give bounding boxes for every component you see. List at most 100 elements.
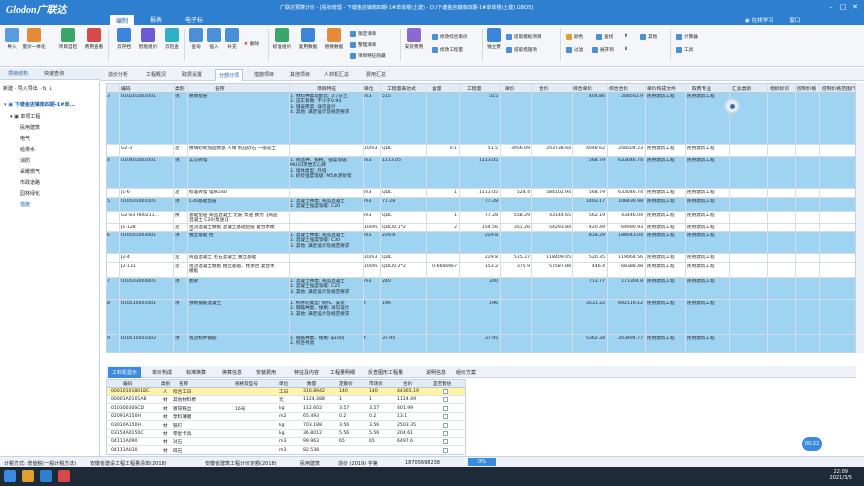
cell-file[interactable]: 民用建筑工程 <box>647 233 687 253</box>
labor-cell-code[interactable]: 00001A0101A8 <box>111 397 147 402</box>
cell-comp-total[interactable]: 64990.93 <box>609 225 643 231</box>
cell-qty-rate[interactable]: 0.1 <box>427 146 457 156</box>
tree-item-road[interactable]: 市政道路 <box>20 179 40 186</box>
cell-unit[interactable]: m3 <box>364 190 378 197</box>
tree-item-landscape[interactable]: 园林绿化 <box>20 190 40 197</box>
cell-no[interactable]: 7 <box>107 279 117 299</box>
tab-items[interactable]: 分部分项 <box>215 69 244 81</box>
labor-cell-name[interactable]: 碎石 <box>173 448 182 454</box>
cell-qty[interactable]: 51.5 <box>462 146 498 156</box>
cell-feature[interactable]: 1. 砖品种、规格、强度等级: MU10页岩实心砖 2. 墙体类型: 外墙 3.… <box>290 158 362 188</box>
labor-cell-code[interactable]: 00010101801BC <box>111 389 149 394</box>
labor-header-cell[interactable]: 名称 <box>179 381 188 387</box>
cell-feature[interactable] <box>290 190 362 197</box>
other-button[interactable]: 其他 <box>640 34 657 40</box>
tree-item-measures[interactable]: 措施 <box>20 201 30 208</box>
cell-code[interactable]: J2-131 <box>121 264 161 277</box>
estimate-checkbox[interactable] <box>443 414 448 420</box>
cell-name[interactable]: 预制钢筋混凝土 <box>189 301 279 334</box>
move-up-icon[interactable]: ⬆ <box>624 34 628 39</box>
cell-feature[interactable] <box>290 146 362 156</box>
cell-comp-total[interactable]: 119064.56 <box>609 255 643 262</box>
cell-code[interactable]: 010515001001 <box>121 301 161 334</box>
labor-row[interactable]: 00010101801BC 人综合工日 工日 316.8942 140 140 44365.… <box>107 388 465 396</box>
grid-header-cell[interactable]: 工程量表达式 <box>387 85 416 92</box>
cell-price[interactable] <box>502 199 530 211</box>
cell-no[interactable]: 4 <box>107 158 117 188</box>
estimate-checkbox[interactable] <box>443 439 448 445</box>
maximize-icon[interactable]: □ <box>838 2 848 12</box>
labor-header-cell[interactable]: 单位 <box>279 381 288 387</box>
cell-comp-price[interactable]: 4048.62 <box>573 146 605 156</box>
labor-cell-qty[interactable]: 36.8012 <box>303 431 322 436</box>
grid-header-cell[interactable]: 取费专业 <box>692 85 711 92</box>
cell-price[interactable]: 524.4 <box>502 190 530 197</box>
cell-name[interactable]: 现浇混凝土模板 混凝土基础垫层 复合木模板 <box>189 225 279 231</box>
cell-file[interactable]: 民用建筑工程 <box>647 158 687 188</box>
independent-fee-button[interactable]: 独立费 <box>482 28 506 50</box>
table-row[interactable]: 4 010401001001 项实心砖墙 1. 砖品种、规格、强度等级: MU10页岩… <box>107 157 855 189</box>
labor-cell-qty[interactable]: 316.8942 <box>303 389 325 394</box>
labor-cell-cat[interactable]: 材 <box>163 423 168 429</box>
cell-price[interactable] <box>502 336 530 352</box>
labor-cell-code[interactable]: 01030030SCD <box>111 406 144 411</box>
cell-name[interactable]: 标准砖墙 墙厚240 <box>189 190 279 197</box>
expand-to-button[interactable]: 展开到 <box>592 47 614 53</box>
labor-cell-total[interactable]: 13.1 <box>397 414 407 419</box>
cell-code[interactable]: J2-4 <box>121 255 161 262</box>
labor-cell-name[interactable]: 零星卡具 <box>173 431 191 437</box>
detail-tab[interactable]: 工料机显示 <box>108 367 142 378</box>
labor-cell-name[interactable]: 对石 <box>173 439 182 445</box>
cell-file[interactable]: 民用建筑工程 <box>647 255 687 262</box>
detail-tab[interactable]: 单价构成 <box>152 369 172 376</box>
cell-expr[interactable]: QDL <box>382 213 424 223</box>
tab-cost-analysis[interactable]: 造价分析 <box>108 71 128 78</box>
window-menu[interactable]: 窗口 <box>789 18 800 24</box>
cell-comp-price[interactable]: 818.29 <box>573 233 605 253</box>
cloud-save-button[interactable]: 云存档 <box>112 28 136 50</box>
cell-expr[interactable]: QDL/0.2*2 <box>382 264 424 277</box>
labor-cell-price[interactable]: 5.56 <box>339 431 349 436</box>
cell-major[interactable]: 民用建筑工程 <box>687 94 727 144</box>
cell-qty[interactable]: 77.28 <box>462 213 498 223</box>
cell-name[interactable]: 换填垫层 <box>189 94 279 144</box>
cell-code[interactable]: 010201001001 <box>121 94 161 144</box>
menu-report[interactable]: 报表 <box>150 15 162 24</box>
cell-file[interactable]: 民用建筑工程 <box>647 213 687 223</box>
cell-expr[interactable]: 240 <box>382 279 424 299</box>
cell-qty[interactable]: 229.8 <box>462 255 498 262</box>
modify-price-button[interactable]: 修改综合单价 <box>432 34 468 40</box>
cell-major[interactable]: 民用建筑工程 <box>687 264 727 277</box>
cell-name[interactable]: 现浇构件钢筋 <box>189 336 279 352</box>
cell-qty[interactable]: 153.2 <box>462 264 498 277</box>
labor-cell-name[interactable]: 铁钉 <box>173 423 182 429</box>
cell-qty-rate[interactable]: 1 <box>427 213 457 223</box>
cell-name[interactable]: 独立基础 柱 <box>189 233 279 253</box>
cell-comp-price[interactable]: 568.79 <box>573 190 605 197</box>
cell-comp-price[interactable]: 446.4 <box>573 264 605 277</box>
tree-item-civil[interactable]: 民用建筑 <box>20 124 40 131</box>
cell-qty-rate[interactable] <box>427 301 457 334</box>
cell-feature[interactable] <box>290 213 362 223</box>
cell-name[interactable]: 基础垫层 商品混凝土 无筋 泵送 换为【商品混凝土 C20(泵送)】 <box>189 213 279 223</box>
labor-cell-price[interactable]: 1 <box>339 397 342 402</box>
labor-cell-code[interactable]: 04111A090 <box>111 439 138 444</box>
labor-cell-total[interactable]: 204.61 <box>397 431 413 436</box>
grid-header-cell[interactable]: 单位 <box>364 85 374 92</box>
labor-cell-qty[interactable]: 112.602 <box>303 406 322 411</box>
cell-feature[interactable]: 1. 钢筋种类、规格: φ10内 2. 综合考虑 <box>290 336 362 352</box>
table-row[interactable]: J2-4 定商品混凝土 毛石混凝土 独立基础 10m3 QDL 229.8 515.27 1… <box>107 254 855 263</box>
cell-code[interactable]: J1-6 <box>121 190 161 197</box>
cell-no[interactable]: 8 <box>107 301 117 334</box>
cell-comp-total[interactable]: 108436.98 <box>609 199 643 211</box>
cell-comp-price[interactable]: 520.35 <box>573 255 605 262</box>
color-button[interactable]: 颜色 <box>566 34 583 40</box>
supplement-button[interactable]: 补充 <box>220 28 244 50</box>
detail-tab[interactable]: 安装费用 <box>256 369 276 376</box>
cell-major[interactable]: 民用建筑工程 <box>687 199 727 211</box>
cell-major[interactable]: 民用建筑工程 <box>687 255 727 262</box>
labor-cell-cat[interactable]: 材 <box>163 414 168 420</box>
tree-item-single-project[interactable]: ▾ ▣ 单项工程 <box>10 113 40 120</box>
estimate-checkbox[interactable] <box>443 422 448 428</box>
calculator-button[interactable]: 计算器 <box>676 34 698 40</box>
